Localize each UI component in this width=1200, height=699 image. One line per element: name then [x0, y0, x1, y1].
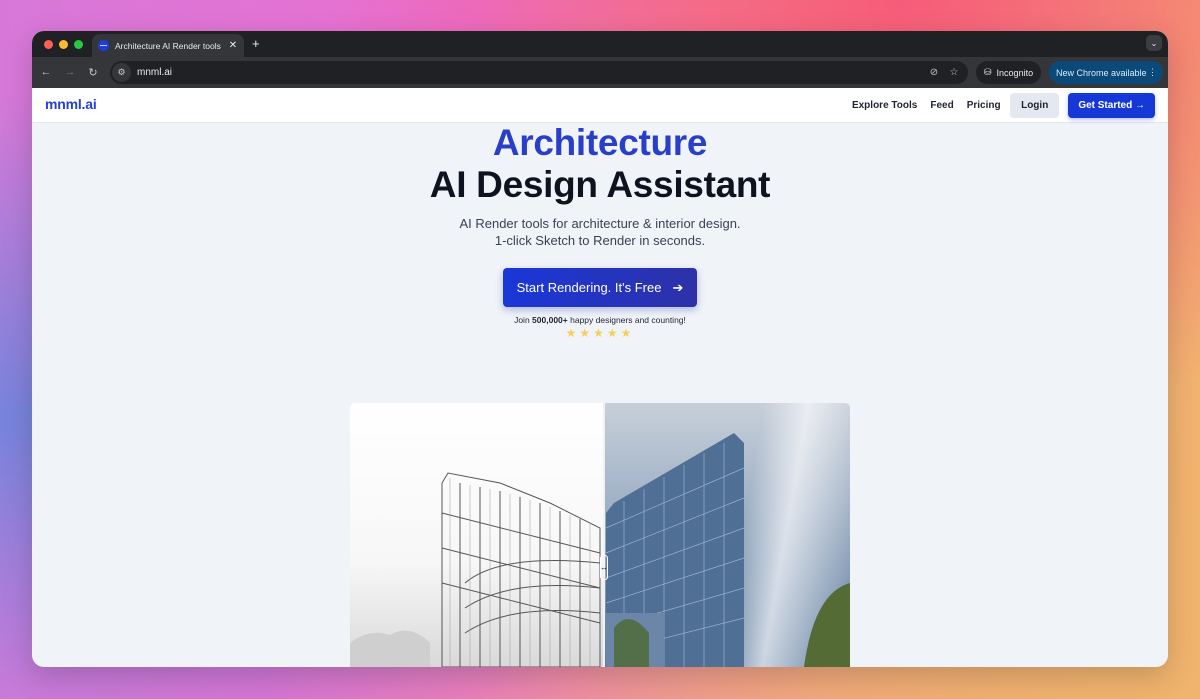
kebab-menu-icon[interactable]: ⋮ — [1148, 67, 1157, 78]
start-rendering-button[interactable]: Start Rendering. It's Free ➔ — [503, 268, 697, 307]
social-proof: Join 500,000+ happy designers and counti… — [32, 315, 1168, 325]
arrow-right-icon: ➔ — [672, 279, 684, 295]
rating-stars-icon: ★★★★★ — [565, 326, 635, 340]
tab-title: Architecture AI Render tools - mnml.ai — [115, 40, 222, 51]
maximize-window-button[interactable] — [74, 40, 83, 49]
hero-title-accent: Architecture — [492, 122, 708, 163]
site-header: mnml.ai Explore Tools Feed Pricing Login… — [32, 88, 1168, 123]
render-image — [604, 403, 850, 667]
address-bar[interactable]: ⚙ mnml.ai ⊘ ☆ — [110, 61, 968, 84]
window-controls — [44, 40, 83, 49]
incognito-label: Incognito — [996, 67, 1034, 78]
nav-explore-tools[interactable]: Explore Tools — [845, 100, 923, 111]
site-logo[interactable]: mnml.ai — [45, 96, 97, 112]
tab-search-button[interactable]: ⌄ — [1146, 35, 1162, 51]
tab-strip: Architecture AI Render tools - mnml.ai ✕… — [32, 31, 1168, 57]
incognito-icon: ⛁ — [984, 67, 992, 77]
user-count: 500,000+ — [532, 315, 568, 325]
favicon-icon — [98, 40, 109, 51]
back-icon[interactable]: ← — [38, 66, 54, 78]
new-tab-button[interactable]: + — [252, 36, 260, 51]
sketch-image — [350, 403, 604, 667]
get-started-button[interactable]: Get Started → — [1068, 93, 1155, 118]
nav-pricing[interactable]: Pricing — [960, 100, 1007, 111]
forward-icon[interactable]: → — [62, 66, 78, 78]
render-building-photo — [605, 433, 850, 667]
incognito-indicator[interactable]: ⛁ Incognito — [976, 61, 1042, 84]
login-button[interactable]: Login — [1010, 93, 1060, 118]
compare-divider[interactable] — [603, 403, 605, 667]
start-rendering-label: Start Rendering. It's Free — [516, 280, 662, 295]
compare-slider-handle[interactable]: ↔ — [600, 555, 608, 580]
social-suffix: happy designers and counting! — [567, 315, 686, 325]
close-window-button[interactable] — [44, 40, 53, 49]
bookmark-star-icon[interactable]: ☆ — [944, 67, 964, 78]
url-text[interactable]: mnml.ai — [137, 67, 924, 78]
tab-close-icon[interactable]: ✕ — [228, 40, 238, 51]
site-nav: Explore Tools Feed Pricing Login Get Sta… — [845, 93, 1155, 118]
update-label: New Chrome available — [1056, 67, 1147, 78]
browser-tab[interactable]: Architecture AI Render tools - mnml.ai ✕ — [92, 34, 244, 57]
social-prefix: Join — [514, 315, 533, 325]
nav-feed[interactable]: Feed — [924, 100, 960, 111]
hero-title-main: AI Design Assistant — [429, 164, 771, 205]
site-info-icon[interactable]: ⚙ — [112, 63, 131, 82]
hero-subtitle: AI Render tools for architecture & inter… — [32, 215, 1168, 249]
sketch-building-drawing — [350, 472, 601, 667]
eye-off-icon[interactable]: ⊘ — [924, 67, 944, 78]
browser-toolbar: ← → ↻ ⚙ mnml.ai ⊘ ☆ ⛁ Incognito New Chro… — [32, 57, 1168, 88]
subtitle-line-1: AI Render tools for architecture & inter… — [459, 216, 741, 231]
hero-section: Architecture AI Design Assistant AI Rend… — [32, 122, 1168, 341]
subtitle-line-2: 1-click Sketch to Render in seconds. — [494, 233, 706, 248]
chrome-update-button[interactable]: New Chrome available ⋮ — [1049, 61, 1163, 84]
minimize-window-button[interactable] — [59, 40, 68, 49]
browser-window: Architecture AI Render tools - mnml.ai ✕… — [32, 31, 1168, 667]
before-after-compare[interactable]: ↔ — [350, 403, 850, 667]
reload-icon[interactable]: ↻ — [85, 66, 101, 79]
